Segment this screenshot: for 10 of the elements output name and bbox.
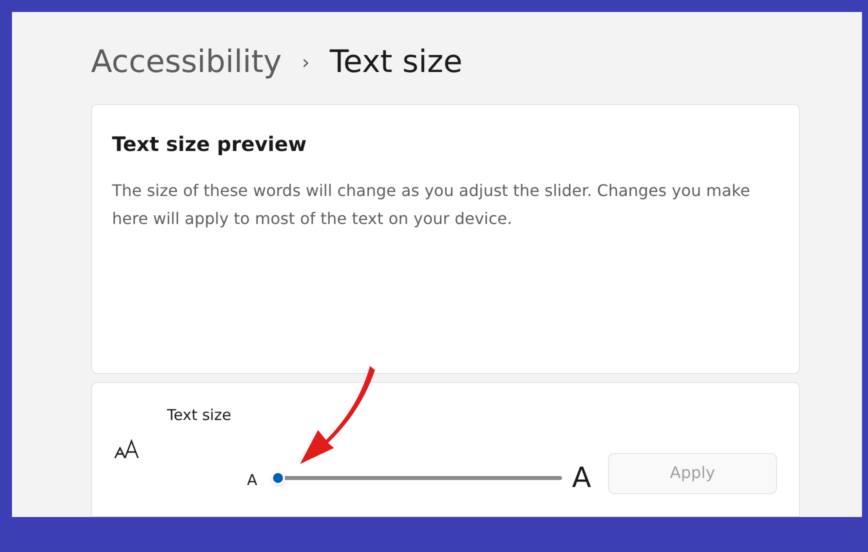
small-a-label: A xyxy=(247,470,258,491)
breadcrumb-separator: › xyxy=(302,49,310,76)
large-a-label: A xyxy=(572,460,592,496)
breadcrumb-link[interactable]: Accessibility xyxy=(91,38,282,86)
text-size-icon xyxy=(114,438,140,459)
preview-description: The size of these words will change as you adjust the slider. Changes you make here will apply to most of the text on your device. xyxy=(112,180,752,230)
preview-title: Text size preview xyxy=(112,131,308,158)
text-size-label: Text size xyxy=(167,404,232,426)
page-title: Text size xyxy=(330,42,462,82)
slider-thumb[interactable] xyxy=(271,470,285,485)
